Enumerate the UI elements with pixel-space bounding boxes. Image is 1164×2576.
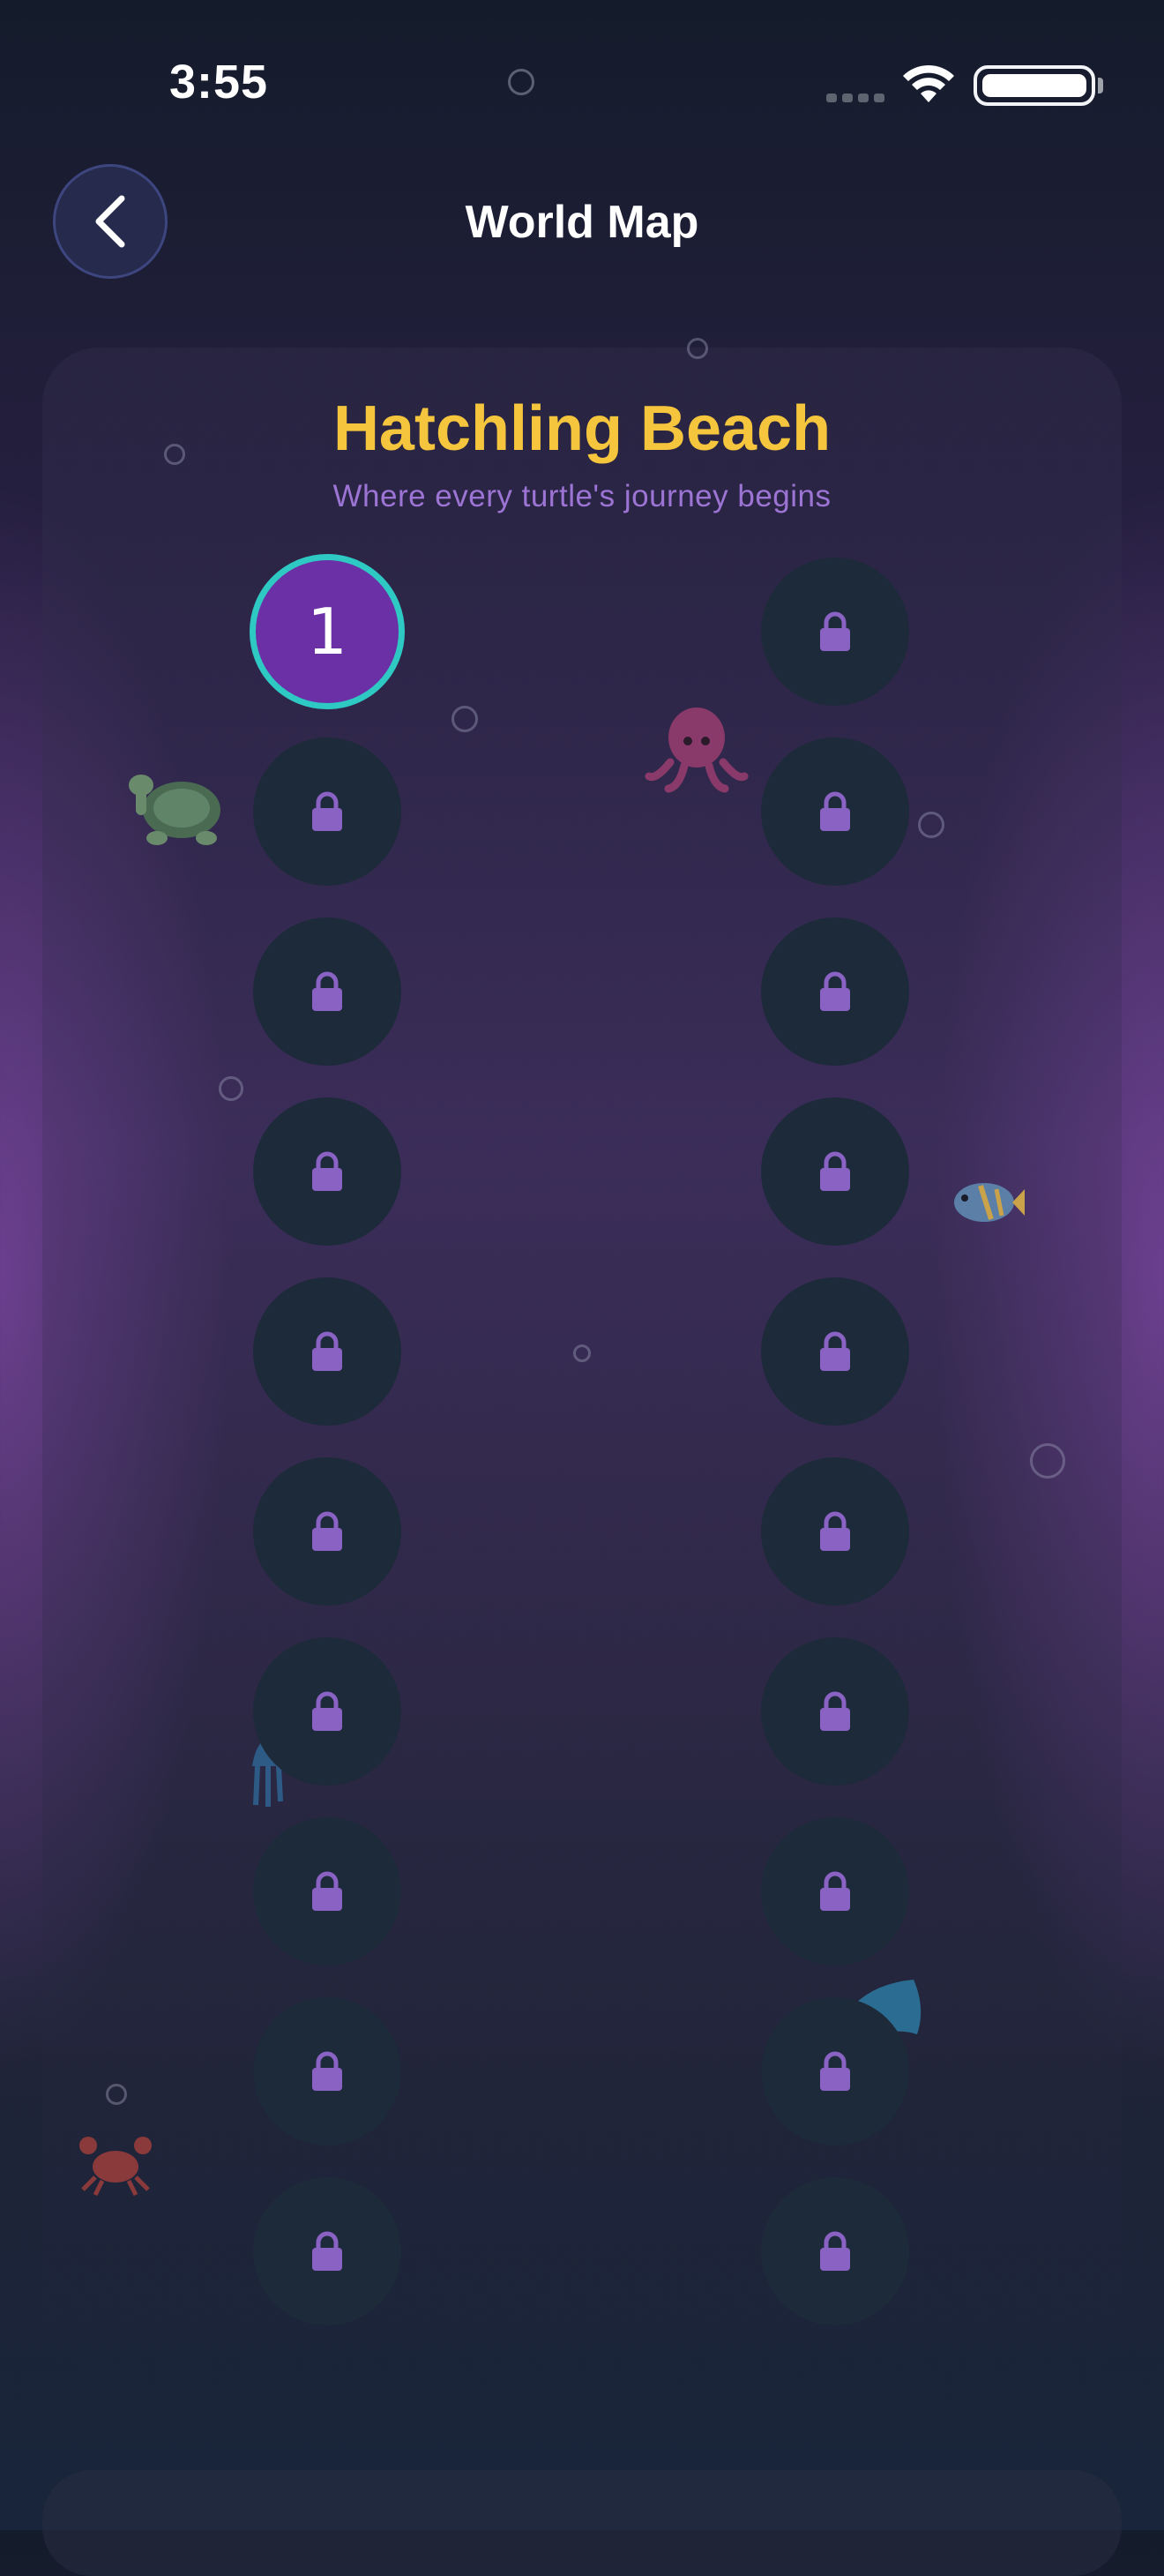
level-node-locked[interactable] [253, 1277, 401, 1426]
level-node-locked[interactable] [761, 1997, 909, 2145]
bubble [573, 1344, 591, 1362]
level-node-locked[interactable] [761, 738, 909, 886]
status-time: 3:55 [169, 56, 269, 109]
level-node-locked[interactable] [761, 2177, 909, 2325]
lock-icon [312, 2231, 342, 2271]
level-node-locked[interactable] [253, 1817, 401, 1966]
page-title: World Map [465, 197, 699, 248]
level-node-locked[interactable] [761, 1457, 909, 1606]
level-node-locked[interactable] [253, 1097, 401, 1246]
lock-icon [312, 1871, 342, 1911]
level-node-locked[interactable] [253, 1457, 401, 1606]
lock-icon [820, 791, 850, 831]
lock-icon [312, 2051, 342, 2091]
turtle-icon [129, 775, 220, 845]
level-node-locked[interactable] [253, 917, 401, 1066]
cellular-signal-icon [826, 94, 884, 102]
level-node-locked[interactable] [761, 558, 909, 706]
world-map-card [42, 348, 1122, 2377]
level-node-locked[interactable] [761, 917, 909, 1066]
next-world-card [42, 2470, 1122, 2576]
wifi-icon [903, 64, 954, 102]
level-node-locked[interactable] [253, 1637, 401, 1786]
camera-indicator-icon [508, 69, 534, 95]
level-node-current[interactable]: 1 [250, 554, 405, 709]
level-node-locked[interactable] [761, 1637, 909, 1786]
bubble [687, 338, 708, 359]
lock-icon [820, 1331, 850, 1371]
lock-icon [312, 1331, 342, 1371]
level-node-locked[interactable] [761, 1277, 909, 1426]
level-node-locked[interactable] [253, 1997, 401, 2145]
lock-icon [820, 2051, 850, 2091]
battery-nub [1098, 78, 1103, 94]
level-node-locked[interactable] [253, 2177, 401, 2325]
bubble [106, 2084, 127, 2105]
level-node-locked[interactable] [761, 1097, 909, 1246]
crab-icon [79, 2137, 152, 2197]
level-node-locked[interactable] [761, 1817, 909, 1966]
bubble [918, 812, 944, 838]
fish-icon [954, 1183, 1025, 1222]
lock-icon [312, 1691, 342, 1731]
battery-icon [974, 65, 1095, 106]
lock-icon [820, 971, 850, 1011]
lock-icon [820, 1511, 850, 1551]
lock-icon [820, 1151, 850, 1191]
bubble [219, 1076, 243, 1101]
lock-icon [820, 1691, 850, 1731]
world-title: Hatchling Beach [332, 393, 832, 464]
lock-icon [820, 611, 850, 651]
level-number: 1 [307, 595, 347, 669]
level-node-locked[interactable] [253, 738, 401, 886]
world-subtitle: Where every turtle's journey begins [332, 479, 832, 513]
bubble [1030, 1443, 1065, 1479]
lock-icon [820, 1871, 850, 1911]
lock-icon [312, 971, 342, 1011]
lock-icon [312, 791, 342, 831]
lock-icon [312, 1511, 342, 1551]
lock-icon [820, 2231, 850, 2271]
octopus-icon [645, 708, 749, 793]
lock-icon [312, 1151, 342, 1191]
bubble [451, 706, 478, 732]
